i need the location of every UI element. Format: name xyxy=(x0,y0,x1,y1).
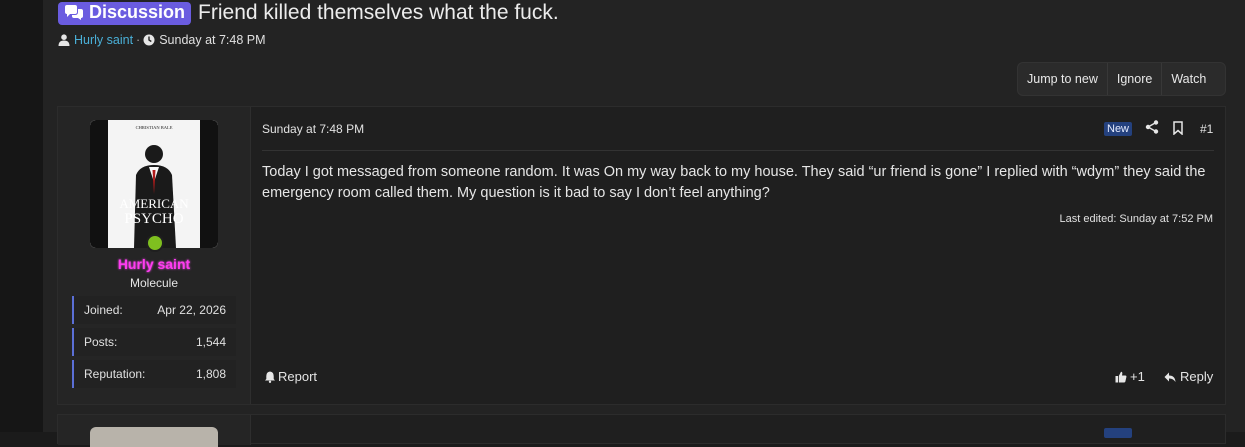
post-user-cell: CHRISTIAN BALE AMERICAN PSYCHO Hurly sai… xyxy=(58,107,251,404)
bookmark-icon[interactable] xyxy=(1172,121,1184,135)
ignore-button[interactable]: Ignore xyxy=(1108,63,1163,95)
share-icon[interactable] xyxy=(1145,120,1159,134)
report-label: Report xyxy=(278,369,318,384)
avatar-title-line1: AMERICAN xyxy=(119,196,189,211)
post-2 xyxy=(57,414,1226,447)
stat-label: Posts: xyxy=(84,335,118,349)
stat-label: Joined: xyxy=(84,303,123,317)
stat-value: Apr 22, 2026 xyxy=(157,303,226,317)
post-header-divider xyxy=(262,150,1214,151)
thumbs-up-icon xyxy=(1115,371,1127,382)
like-button[interactable]: +1 xyxy=(1115,369,1145,384)
post-1: CHRISTIAN BALE AMERICAN PSYCHO Hurly sai… xyxy=(57,106,1226,405)
post-body: Today I got messaged from someone random… xyxy=(262,164,1206,201)
report-button[interactable]: Report xyxy=(264,369,317,384)
avatar[interactable]: CHRISTIAN BALE AMERICAN PSYCHO xyxy=(90,120,218,248)
post-username[interactable]: Hurly saint xyxy=(58,256,250,272)
bell-icon xyxy=(265,371,275,383)
thread-date[interactable]: Sunday at 7:48 PM xyxy=(159,33,265,47)
thread-prefix-badge[interactable]: Discussion xyxy=(58,1,192,25)
stat-value: 1,544 xyxy=(195,335,226,349)
avatar-title-line2: PSYCHO xyxy=(124,211,183,227)
meta-separator: · xyxy=(136,33,141,47)
stat-reputation: Reputation: 1,808 xyxy=(72,360,236,388)
thread-prefix-label: Discussion xyxy=(89,2,186,22)
online-status-indicator xyxy=(146,234,164,252)
last-edited: Last edited: Sunday at 7:52 PM xyxy=(1059,213,1214,225)
watch-button[interactable]: Watch xyxy=(1162,63,1215,95)
user-icon xyxy=(58,34,70,46)
stat-posts: Posts: 1,544 xyxy=(72,328,236,356)
user-title: Molecule xyxy=(129,276,179,290)
post-number-link[interactable]: #1 xyxy=(1200,122,1213,136)
like-count: +1 xyxy=(1130,369,1145,384)
thread-actions: Jump to new Ignore Watch xyxy=(1017,62,1226,96)
jump-to-new-button[interactable]: Jump to new xyxy=(1018,63,1108,95)
avatar[interactable] xyxy=(90,427,218,447)
thread-author-link[interactable]: Hurly saint xyxy=(74,33,133,47)
avatar-image: CHRISTIAN BALE AMERICAN PSYCHO xyxy=(90,120,218,248)
thread-view: Discussion Friend killed themselves what… xyxy=(43,0,1245,447)
thread-header: Discussion Friend killed themselves what… xyxy=(58,0,559,26)
stat-label: Reputation: xyxy=(84,367,146,381)
new-badge: New xyxy=(1104,122,1133,136)
comments-icon xyxy=(65,4,83,20)
thread-meta: Hurly saint · Sunday at 7:48 PM xyxy=(58,33,266,47)
post-date[interactable]: Sunday at 7:48 PM xyxy=(262,122,364,136)
stat-joined: Joined: Apr 22, 2026 xyxy=(72,296,236,324)
stat-value: 1,808 xyxy=(195,367,226,381)
new-badge xyxy=(1104,428,1132,438)
reply-label: Reply xyxy=(1180,369,1214,384)
thread-title: Friend killed themselves what the fuck. xyxy=(198,1,559,24)
clock-icon xyxy=(143,34,155,46)
reply-button[interactable]: Reply xyxy=(1164,369,1213,384)
avatar-top-text: CHRISTIAN BALE xyxy=(136,125,173,130)
left-gutter xyxy=(0,0,43,432)
reply-icon xyxy=(1164,372,1176,382)
